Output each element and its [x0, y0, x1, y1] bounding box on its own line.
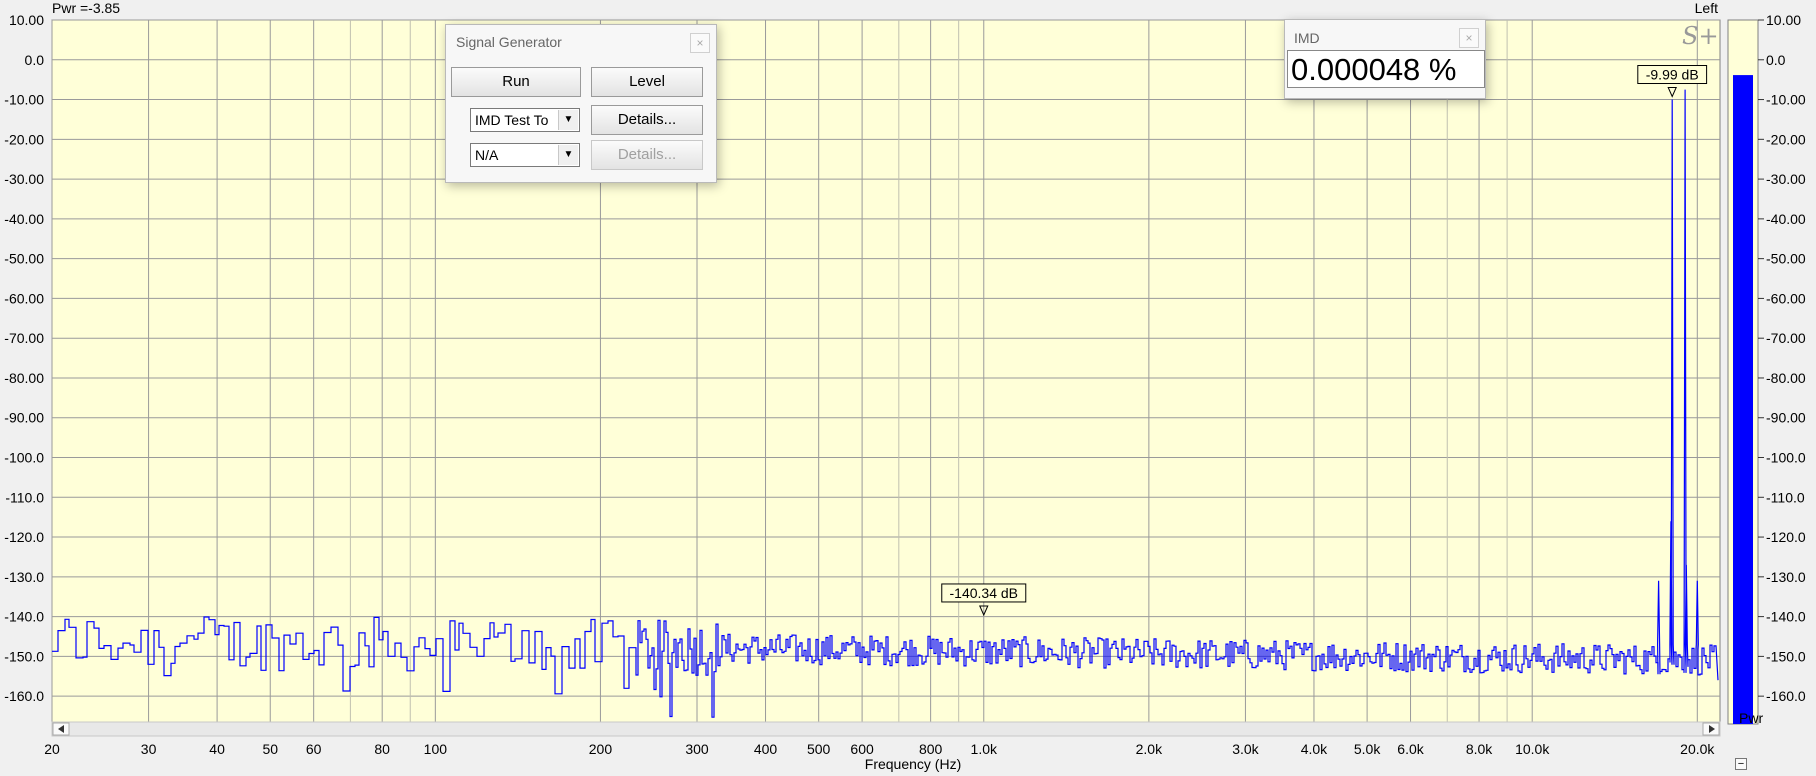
y-tick-label: -120.0 — [4, 529, 44, 545]
x-tick-label: 5.0k — [1354, 741, 1381, 757]
y-tick-label: -110.0 — [5, 489, 44, 505]
meter-level-bar — [1733, 75, 1753, 724]
y-tick-label: -140.0 — [4, 609, 44, 625]
x-tick-label: 100 — [424, 741, 448, 757]
signal-generator-window: Signal Generator × Run Level IMD Test To… — [445, 24, 717, 183]
y-tick-label: -60.00 — [4, 290, 44, 306]
second-select[interactable]: N/A ▼ — [470, 143, 580, 167]
y-tick-label: -130.0 — [4, 569, 44, 585]
x-tick-label: 600 — [850, 741, 874, 757]
channel-label: Left — [1694, 0, 1718, 16]
x-tick-label: 60 — [306, 741, 322, 757]
second-select-value: N/A — [475, 147, 499, 163]
x-tick-label: 3.0k — [1232, 741, 1259, 757]
y-tick-label: 0.0 — [25, 52, 45, 68]
meter-tick-label: -130.0 — [1766, 569, 1806, 585]
waveform-details-button[interactable]: Details... — [591, 105, 703, 135]
y-tick-label: -20.00 — [4, 131, 44, 147]
x-tick-label: 4.0k — [1301, 741, 1328, 757]
meter-tick-label: -90.00 — [1766, 410, 1806, 426]
x-tick-label: 200 — [589, 741, 613, 757]
x-tick-label: 800 — [919, 741, 943, 757]
meter-tick-label: -70.00 — [1766, 330, 1806, 346]
meter-tick-label: -40.00 — [1766, 211, 1806, 227]
y-tick-label: -10.00 — [4, 92, 44, 108]
spectrum-chart: 10.00 0.0 -10.00 -20.00 -30.00 -40.00 -50.00 -6… — [4, 12, 1806, 757]
second-details-button: Details... — [591, 140, 703, 170]
y-tick-label: -30.00 — [4, 171, 44, 187]
meter-tick-label: 0.0 — [1766, 52, 1786, 68]
x-tick-label: 500 — [807, 741, 831, 757]
x-tick-label: 8.0k — [1466, 741, 1493, 757]
signal-generator-title: Signal Generator — [456, 34, 562, 50]
meter-tick-label: -20.00 — [1766, 131, 1806, 147]
meter-tick-label: -140.0 — [1766, 609, 1806, 625]
x-tick-label: 80 — [374, 741, 390, 757]
y-tick-label: -50.00 — [4, 251, 44, 267]
x-tick-label: 2.0k — [1136, 741, 1163, 757]
meter-tick-label: -80.00 — [1766, 370, 1806, 386]
meter-tick-label: -120.0 — [1766, 529, 1806, 545]
chevron-down-icon[interactable]: ▼ — [558, 110, 578, 130]
waveform-select-value: IMD Test To — [475, 112, 549, 128]
y-tick-label: -40.00 — [4, 211, 44, 227]
y-tick-label: -150.0 — [4, 648, 44, 664]
y-tick-label: -80.00 — [4, 370, 44, 386]
meter-tick-label: -160.0 — [1766, 688, 1806, 704]
meter-tick-label: -50.00 — [1766, 251, 1806, 267]
x-tick-label: 20.0k — [1680, 741, 1715, 757]
y-tick-label: -70.00 — [4, 330, 44, 346]
imd-title: IMD — [1294, 30, 1320, 46]
meter-tick-label: -30.00 — [1766, 171, 1806, 187]
x-tick-label: 40 — [209, 741, 225, 757]
meter-tick-label: -10.00 — [1766, 92, 1806, 108]
y-axis-ticks: 10.00 0.0 -10.00 -20.00 -30.00 -40.00 -50.00 -6… — [4, 12, 44, 704]
y-tick-label: -90.00 — [4, 410, 44, 426]
meter-tick-label: -110.0 — [1766, 489, 1805, 505]
meter-tick-label: 10.00 — [1766, 12, 1801, 28]
y-tick-label: 10.00 — [9, 12, 44, 28]
meter-tick-label: -60.00 — [1766, 290, 1806, 306]
run-button[interactable]: Run — [451, 67, 581, 97]
meter-ticks: 10.00 0.0 -10.00 -20.00 -30.00 -40.00 -50.00 -6… — [1758, 12, 1806, 704]
horizontal-scrollbar[interactable] — [51, 721, 1721, 737]
x-tick-label: 1.0k — [971, 741, 998, 757]
x-axis-ticks: 20 30 40 50 60 80 100 200 300 400 500 600 800 1.0k 2.0… — [44, 741, 1715, 757]
close-icon[interactable]: × — [690, 33, 710, 53]
y-tick-label: -160.0 — [4, 688, 44, 704]
meter-tick-label: -150.0 — [1766, 648, 1806, 664]
x-tick-label: 50 — [262, 741, 278, 757]
annotation-label: -140.34 dB — [950, 585, 1019, 601]
x-tick-label: 300 — [685, 741, 709, 757]
collapse-icon[interactable]: − — [1735, 758, 1747, 770]
meter-label: Pwr — [1739, 710, 1764, 726]
x-axis-title: Frequency (Hz) — [864, 756, 962, 772]
x-tick-label: 20 — [44, 741, 60, 757]
x-tick-label: 6.0k — [1397, 741, 1424, 757]
waveform-select[interactable]: IMD Test To ▼ — [470, 108, 580, 132]
y-tick-label: -100.0 — [4, 450, 44, 466]
meter-tick-label: -100.0 — [1766, 450, 1806, 466]
level-button[interactable]: Level — [591, 67, 703, 97]
x-tick-label: 400 — [754, 741, 778, 757]
logo: S+ — [1682, 22, 1719, 50]
x-tick-label: 30 — [141, 741, 157, 757]
imd-window: IMD × 0.000048 % — [1284, 19, 1486, 99]
x-tick-label: 10.0k — [1515, 741, 1550, 757]
annotation-label: -9.99 dB — [1646, 67, 1699, 83]
imd-value: 0.000048 % — [1287, 50, 1485, 88]
chevron-down-icon[interactable]: ▼ — [558, 145, 578, 165]
plot-area — [51, 19, 1721, 725]
power-readout: Pwr =-3.85 — [52, 0, 121, 16]
close-icon[interactable]: × — [1459, 28, 1479, 48]
